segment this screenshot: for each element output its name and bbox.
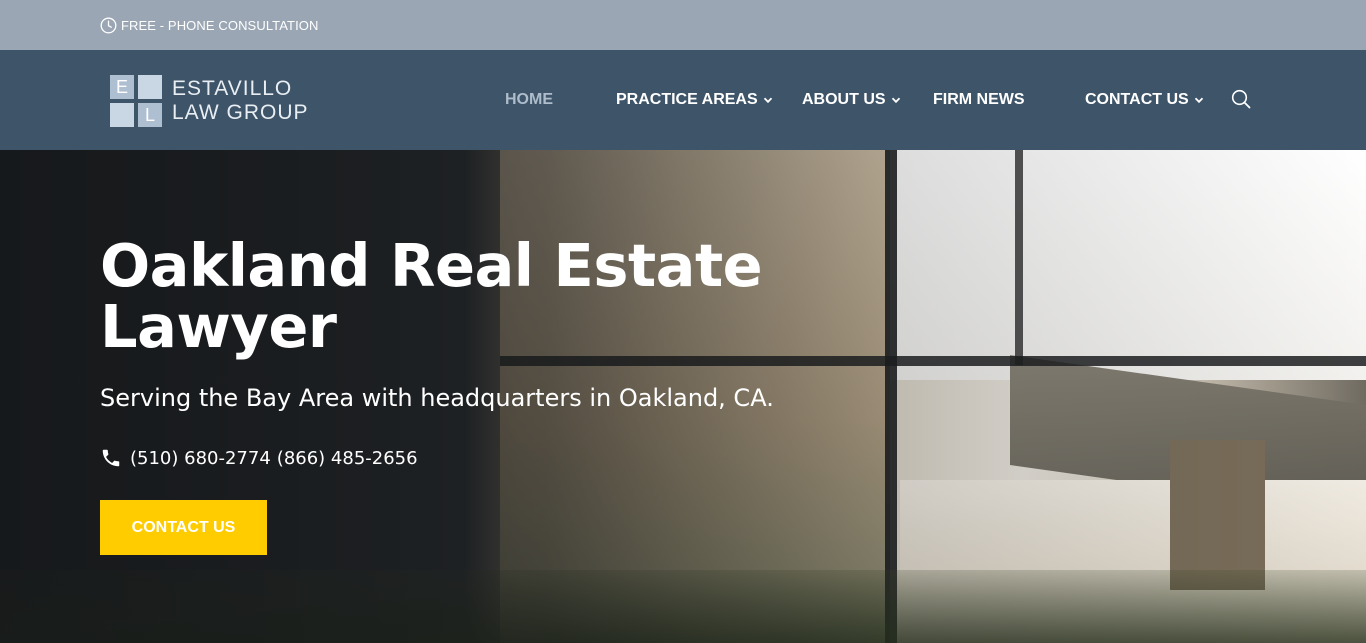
logo-wordmark: ESTAVILLO LAW GROUP bbox=[172, 77, 309, 125]
nav-item-practice-areas-label: PRACTICE AREAS bbox=[616, 91, 758, 108]
phone-link-toll-free[interactable]: (866) 485-2656 bbox=[277, 448, 418, 469]
logo-square-blank-2 bbox=[110, 103, 134, 127]
phone-link-primary[interactable]: (510) 680-2774 bbox=[130, 448, 271, 469]
nav-item-about-us[interactable]: ABOUT US bbox=[802, 50, 901, 150]
site-logo[interactable]: E L ESTAVILLO LAW GROUP bbox=[110, 73, 309, 129]
phone-icon bbox=[100, 447, 122, 469]
logo-mark: E L bbox=[110, 75, 162, 127]
nav-item-home[interactable]: HOME bbox=[505, 50, 553, 150]
main-navbar: E L ESTAVILLO LAW GROUP HOME PRACTICE AR… bbox=[0, 50, 1366, 150]
hero-subtitle: Serving the Bay Area with headquarters i… bbox=[100, 384, 774, 412]
chevron-down-icon bbox=[763, 95, 773, 105]
logo-line-1: ESTAVILLO bbox=[172, 77, 293, 100]
logo-square-e: E bbox=[110, 75, 134, 99]
nav-item-about-us-label: ABOUT US bbox=[802, 91, 886, 108]
nav-item-firm-news-label: FIRM NEWS bbox=[933, 91, 1025, 108]
hero-title: Oakland Real Estate Lawyer bbox=[100, 231, 763, 361]
nav-item-firm-news[interactable]: FIRM NEWS bbox=[933, 50, 1025, 150]
clock-icon bbox=[100, 17, 117, 34]
nav-item-practice-areas[interactable]: PRACTICE AREAS bbox=[616, 50, 773, 150]
nav-item-contact-us-label: CONTACT US bbox=[1085, 91, 1189, 108]
nav-item-home-label: HOME bbox=[505, 91, 553, 108]
hero-phone-numbers: (510) 680-2774 (866) 485-2656 bbox=[100, 446, 424, 470]
consultation-text: FREE - PHONE CONSULTATION bbox=[121, 17, 319, 33]
logo-square-blank-1 bbox=[138, 75, 162, 99]
chevron-down-icon bbox=[891, 95, 901, 105]
nav-item-contact-us[interactable]: CONTACT US bbox=[1085, 50, 1204, 150]
logo-square-l: L bbox=[138, 103, 162, 127]
contact-us-button[interactable]: CONTACT US bbox=[100, 500, 267, 555]
chevron-down-icon bbox=[1194, 95, 1204, 105]
logo-line-2: LAW GROUP bbox=[172, 101, 309, 124]
search-icon[interactable] bbox=[1230, 88, 1252, 110]
top-bar: FREE - PHONE CONSULTATION bbox=[0, 0, 1366, 50]
